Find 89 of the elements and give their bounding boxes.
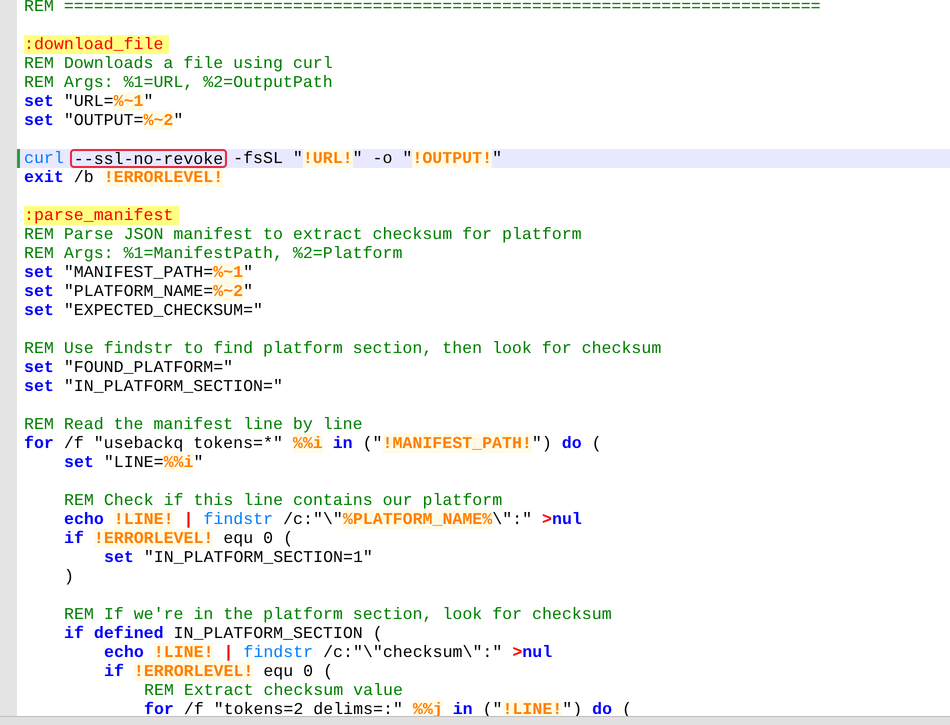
code-keyword: if defined [64,624,164,643]
code-keyword: for [144,700,174,719]
code-text: "LINE= [102,453,164,472]
code-variable: !URL! [302,149,353,168]
code-variable: %~2 [144,111,174,130]
code-variable: !ERRORLEVEL! [104,168,224,187]
code-label: :parse_manifest [24,206,180,225]
code-comment: REM Parse JSON manifest to extract checksum for platform [24,225,582,244]
code-variable: %~2 [213,282,244,301]
code-text: "IN_PLATFORM_SECTION=" [62,377,283,396]
code-keyword: set [24,377,54,396]
code-text: /f "usebackq tokens=*" [62,434,284,453]
code-text: ( [590,434,602,453]
code-keyword: set [104,548,134,567]
code-comment: REM Read the manifest line by line [24,415,363,434]
code-command: curl [24,149,65,168]
code-operator: > [542,510,552,529]
code-comment: REM ============================================================================ [24,0,821,16]
code-comment: REM Extract checksum value [144,681,403,700]
code-variable: !MANIFEST_PATH! [382,434,532,453]
code-text: ) [64,567,74,586]
code-variable: !OUTPUT! [412,149,492,168]
code-keyword: if [104,662,125,681]
code-command: findstr [203,510,274,529]
code-text: -fsSL " [232,149,303,168]
code-keyword: for [24,434,54,453]
code-keyword: set [24,301,54,320]
code-text: "OUTPUT= [62,111,144,130]
code-keyword: do [562,434,582,453]
code-keyword: if [64,529,85,548]
code-keyword: set [64,453,94,472]
code-variable: %PLATFORM_NAME% [342,510,492,529]
code-text: " [243,282,254,301]
code-text: ") [532,434,553,453]
code-comment: REM Downloads a file using curl [24,54,333,73]
code-text: equ 0 ( [222,529,294,548]
code-keyword: set [24,111,54,130]
highlighted-code: --ssl-no-revoke [70,149,228,168]
code-variable: %%i [164,453,194,472]
code-variable: !LINE! [154,643,214,662]
code-text: \":" [492,510,534,529]
code-operator: | [182,510,194,529]
code-variable: !ERRORLEVEL! [94,529,214,548]
code-text: "IN_PLATFORM_SECTION=1" [142,548,373,567]
code-keyword: set [24,358,54,377]
code-text: "URL= [62,92,114,111]
code-label: :download_file [24,35,170,54]
code-variable: !ERRORLEVEL! [134,662,254,681]
code-variable: !LINE! [114,510,174,529]
code-text: (" [362,434,382,453]
code-text: /b [72,168,95,187]
code-text: "MANIFEST_PATH= [62,263,214,282]
code-text: IN_PLATFORM_SECTION ( [172,624,383,643]
code-keyword: do [592,700,612,719]
code-text: equ 0 ( [262,662,334,681]
code-operator: | [222,643,234,662]
code-command: findstr [243,643,314,662]
code-text: " [193,453,204,472]
code-text: /c:"\" [282,510,343,529]
code-keyword: in [452,700,473,719]
code-keyword: exit [24,168,64,187]
code-text: " -o " [352,149,412,168]
code-variable: %~1 [114,92,144,111]
code-text: /f "tokens=2 delims=:" [182,700,404,719]
code-text: "EXPECTED_CHECKSUM=" [62,301,263,320]
code-comment: REM Check if this line contains our platform [64,491,502,510]
code-variable: %%i [292,434,323,453]
code-keyword: nul [552,510,582,529]
code-text: "FOUND_PLATFORM=" [62,358,234,377]
code-operator: > [512,643,522,662]
scrollbar[interactable] [0,716,950,725]
code-keyword: set [24,263,54,282]
code-comment: REM Args: %1=URL, %2=OutputPath [24,73,333,92]
code-variable: %~1 [213,263,244,282]
code-comment: REM If we're in the platform section, look for checksum [64,605,612,624]
code-text: " [243,263,254,282]
code-text: " [492,149,502,168]
code-text: /c:"\"checksum\":" [322,643,504,662]
code-text: " [173,111,184,130]
code-comment: REM Args: %1=ManifestPath, %2=Platform [24,244,402,263]
code-comment: REM Use findstr to find platform section, then look for checksum [24,339,662,358]
code-keyword: set [24,92,54,111]
code-keyword: echo [64,510,105,529]
code-keyword: set [24,282,54,301]
code-text: " [144,92,154,111]
code-keyword: nul [522,643,552,662]
code-text: "PLATFORM_NAME= [62,282,214,301]
code-keyword: in [332,434,353,453]
code-keyword: echo [104,643,145,662]
